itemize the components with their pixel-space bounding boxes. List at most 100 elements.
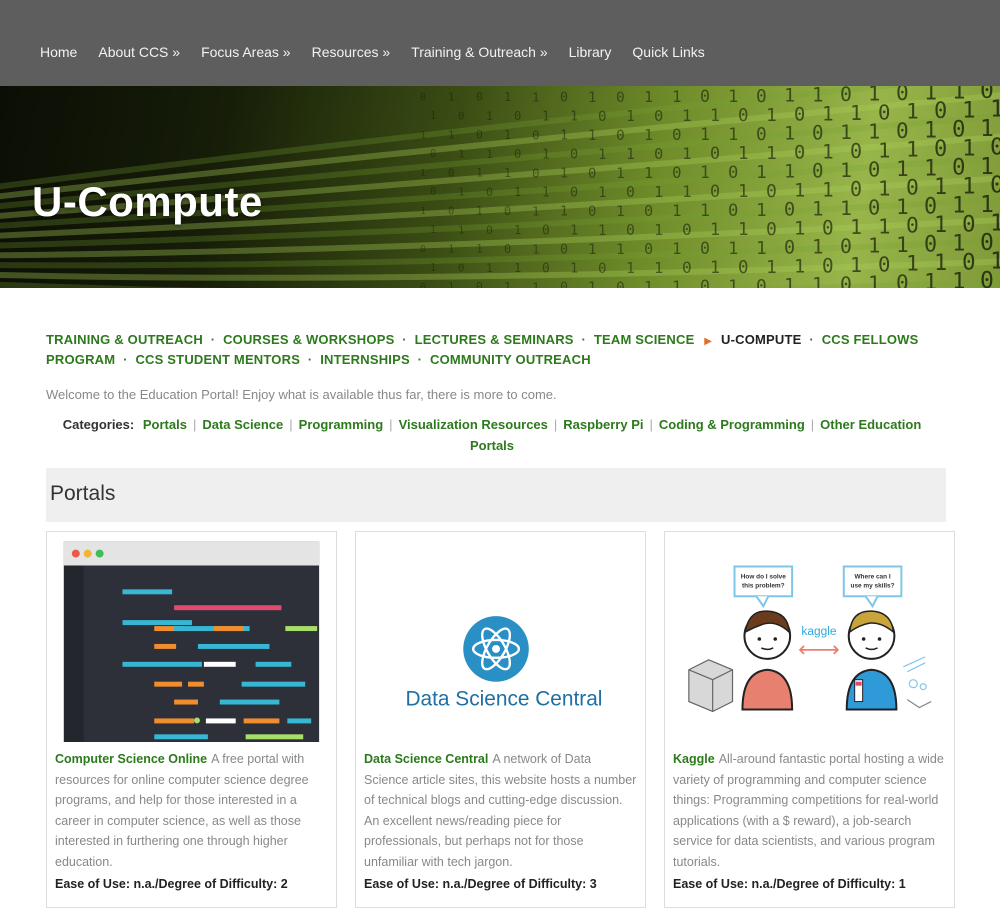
portal-card-data-science-central: Data Science Central Data Science Centra… <box>355 531 646 908</box>
nav-item-resources[interactable]: Resources » <box>312 44 391 60</box>
svg-text:1: 1 <box>588 128 596 144</box>
portal-card-kaggle: How do I solve this problem? Where can I… <box>664 531 955 908</box>
breadcrumb-item-courses-workshops[interactable]: COURSES & WORKSHOPS <box>223 332 394 347</box>
svg-text:1: 1 <box>700 201 710 220</box>
svg-text:1: 1 <box>448 128 454 141</box>
svg-text:1: 1 <box>756 238 767 259</box>
breadcrumb-item-internships[interactable]: INTERNSHIPS <box>320 352 410 367</box>
svg-text:1: 1 <box>626 146 635 163</box>
breadcrumb-separator: · <box>402 332 407 347</box>
svg-text:1: 1 <box>560 129 568 144</box>
svg-text:0: 0 <box>766 181 777 202</box>
category-divider: | <box>192 417 197 432</box>
svg-text:0: 0 <box>700 239 710 258</box>
breadcrumb-item-lectures-seminars[interactable]: LECTURES & SEMINARS <box>415 332 574 347</box>
breadcrumb-item-community-outreach[interactable]: COMMUNITY OUTREACH <box>430 352 591 367</box>
svg-text:0: 0 <box>784 200 795 221</box>
nav-item-focus-areas[interactable]: Focus Areas » <box>201 44 291 60</box>
svg-text:1: 1 <box>570 223 578 239</box>
breadcrumb-item-training-outreach[interactable]: TRAINING & OUTREACH <box>46 332 203 347</box>
svg-text:0: 0 <box>570 147 578 163</box>
svg-text:0: 0 <box>616 127 625 144</box>
category-link-portals[interactable]: Portals <box>143 417 187 432</box>
svg-text:0: 0 <box>458 261 465 274</box>
data-science-central-logo[interactable]: Data Science Central <box>356 532 645 742</box>
svg-text:0: 0 <box>682 258 692 277</box>
svg-text:0: 0 <box>616 279 625 288</box>
svg-text:0: 0 <box>588 166 596 182</box>
svg-text:1: 1 <box>430 111 436 122</box>
category-divider: | <box>810 417 815 432</box>
svg-text:1: 1 <box>504 128 511 142</box>
svg-text:1: 1 <box>654 183 663 201</box>
svg-text:0: 0 <box>486 185 493 199</box>
nav-item-about-ccs[interactable]: About CCS » <box>98 44 180 60</box>
svg-text:1: 1 <box>710 219 720 239</box>
breadcrumb-item-u-compute: U-COMPUTE <box>721 332 802 347</box>
category-link-raspberry-pi[interactable]: Raspberry Pi <box>563 417 643 432</box>
svg-text:1: 1 <box>486 261 493 275</box>
nav-item-home[interactable]: Home <box>40 44 77 60</box>
bubble-left-line-1: How do I solve <box>741 573 786 580</box>
svg-text:1: 1 <box>514 261 521 275</box>
category-link-visualization-resources[interactable]: Visualization Resources <box>399 417 548 432</box>
svg-text:0: 0 <box>728 201 738 221</box>
card-title-link[interactable]: Computer Science Online <box>55 752 207 766</box>
breadcrumb-separator: · <box>307 352 313 367</box>
nav-item-library[interactable]: Library <box>569 44 612 60</box>
svg-text:1: 1 <box>616 165 625 182</box>
svg-text:1: 1 <box>486 109 493 123</box>
category-divider: | <box>389 417 393 432</box>
code-editor-image[interactable] <box>47 532 336 742</box>
svg-text:0: 0 <box>420 244 426 255</box>
svg-text:1: 1 <box>448 280 454 288</box>
bubble-right-line-2: use my skills? <box>851 582 895 589</box>
svg-text:1: 1 <box>598 223 607 239</box>
svg-text:1: 1 <box>654 221 663 239</box>
nav-item-quick-links[interactable]: Quick Links <box>632 44 704 60</box>
svg-text:1: 1 <box>700 125 710 144</box>
svg-text:1: 1 <box>598 147 607 163</box>
svg-text:0: 0 <box>980 268 994 288</box>
svg-text:0: 0 <box>896 270 909 288</box>
svg-text:0: 0 <box>514 147 521 161</box>
svg-text:0: 0 <box>644 240 653 258</box>
category-link-coding-programming[interactable]: Coding & Programming <box>659 417 805 432</box>
svg-text:1: 1 <box>504 280 511 288</box>
breadcrumb-item-team-science[interactable]: TEAM SCIENCE <box>594 332 695 347</box>
card-description: Kaggle All-around fantastic portal hostin… <box>673 749 947 873</box>
card-description: Data Science Central A network of Data Sc… <box>364 749 638 873</box>
svg-text:1: 1 <box>924 270 937 288</box>
svg-text:0: 0 <box>560 243 568 258</box>
ease-rating: Ease of Use: n.a./Degree of Difficulty: … <box>55 877 288 891</box>
svg-text:1: 1 <box>532 203 540 218</box>
svg-text:0: 0 <box>448 166 454 179</box>
svg-text:0: 0 <box>504 204 511 218</box>
svg-text:0: 0 <box>504 242 511 256</box>
svg-text:1: 1 <box>644 88 653 106</box>
svg-text:1: 1 <box>616 203 625 220</box>
svg-text:1: 1 <box>476 167 483 180</box>
kaggle-illustration[interactable]: How do I solve this problem? Where can I… <box>665 532 954 742</box>
svg-text:1: 1 <box>504 166 511 180</box>
svg-text:0: 0 <box>598 261 607 277</box>
svg-text:0: 0 <box>542 261 550 276</box>
svg-text:1: 1 <box>710 257 720 277</box>
kaggle-wordmark: kaggle <box>801 624 836 638</box>
category-link-programming[interactable]: Programming <box>299 417 384 432</box>
svg-text:0: 0 <box>430 149 436 160</box>
svg-text:0: 0 <box>458 109 465 122</box>
svg-text:1: 1 <box>738 182 748 202</box>
svg-text:0: 0 <box>644 202 653 220</box>
svg-text:1: 1 <box>458 185 465 198</box>
category-link-data-science[interactable]: Data Science <box>202 417 283 432</box>
welcome-text: Welcome to the Education Portal! Enjoy w… <box>46 387 557 402</box>
breadcrumb-item-ccs-student-mentors[interactable]: CCS STUDENT MENTORS <box>135 352 300 367</box>
svg-text:1: 1 <box>784 276 795 288</box>
svg-text:1: 1 <box>728 239 738 259</box>
nav-item-training-outreach[interactable]: Training & Outreach » <box>411 44 547 60</box>
svg-text:0: 0 <box>822 216 834 239</box>
card-title-link[interactable]: Kaggle <box>673 752 715 766</box>
card-title-link[interactable]: Data Science Central <box>364 752 488 766</box>
breadcrumb-separator: · <box>123 352 128 367</box>
